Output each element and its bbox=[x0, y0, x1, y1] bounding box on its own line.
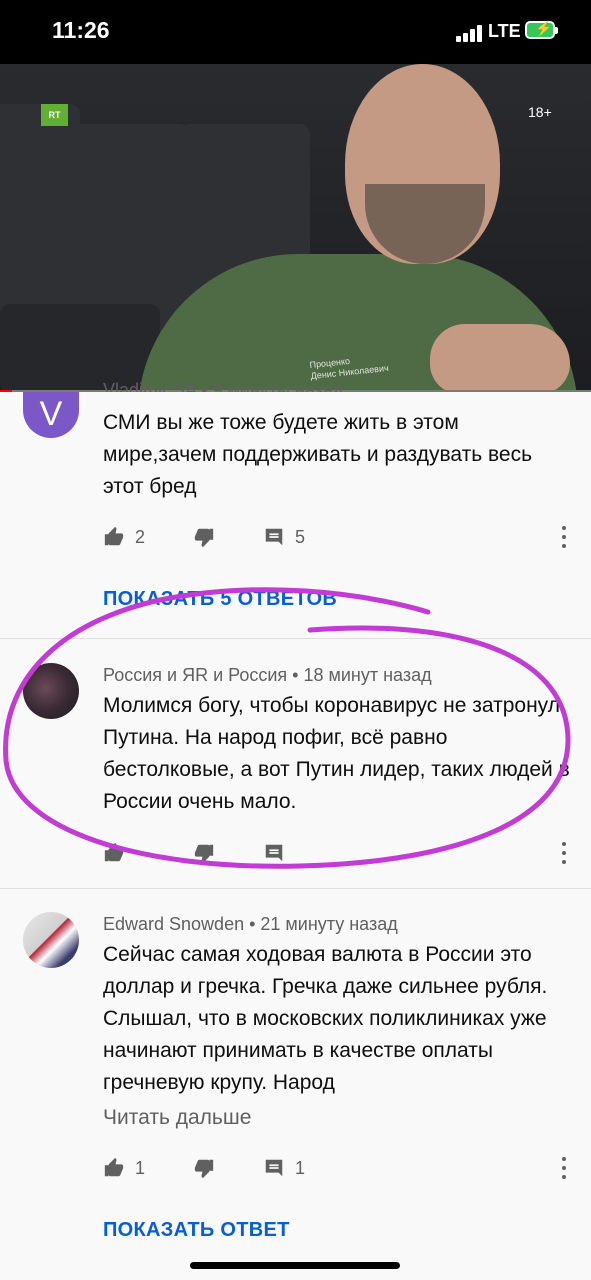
dislike-button[interactable] bbox=[193, 522, 215, 552]
comment-icon bbox=[265, 1159, 283, 1177]
comment-item: Россия и ЯR и Россия • 18 минут назад Мо… bbox=[0, 660, 591, 880]
like-button[interactable] bbox=[103, 838, 125, 868]
home-indicator[interactable] bbox=[190, 1262, 400, 1269]
reply-count: 5 bbox=[295, 526, 306, 547]
status-time: 11:26 bbox=[52, 17, 110, 43]
video-player[interactable]: Проценко Денис Николаевич RT 18+ bbox=[0, 64, 591, 392]
comment-text: Молимся богу, чтобы коронавирус не затро… bbox=[103, 694, 570, 813]
like-count: 2 bbox=[135, 526, 146, 547]
reply-button[interactable] bbox=[263, 838, 285, 868]
avatar[interactable]: V bbox=[23, 392, 79, 438]
comment-text: Сейчас самая ходовая валюта в России это… bbox=[103, 943, 548, 1094]
comment-icon bbox=[265, 844, 283, 862]
age-rating: 18+ bbox=[528, 104, 552, 120]
thumbs-down-icon bbox=[194, 1159, 214, 1179]
network-type: LTE bbox=[488, 21, 521, 41]
channel-logo: RT bbox=[41, 104, 68, 126]
more-options-icon[interactable] bbox=[561, 842, 567, 864]
comment-actions bbox=[103, 838, 573, 868]
thumbs-up-icon bbox=[104, 526, 124, 546]
comment-text: СМИ вы же тоже будете жить в этом мире,з… bbox=[103, 411, 533, 498]
comment-author[interactable]: Россия и ЯR и Россия • 18 минут назад bbox=[103, 665, 432, 686]
comment-icon bbox=[265, 528, 283, 546]
comment-author[interactable]: Vladimir SA • 9 минуты назад bbox=[103, 380, 343, 392]
more-options-icon[interactable] bbox=[561, 1157, 567, 1179]
comment-author[interactable]: Edward Snowden • 21 минуту назад bbox=[103, 914, 398, 935]
dislike-button[interactable] bbox=[193, 1153, 215, 1183]
status-bar: 11:26 LTE ⚡ bbox=[0, 0, 591, 64]
like-count: 1 bbox=[135, 1157, 146, 1178]
thumbs-down-icon bbox=[194, 844, 214, 864]
thumbs-up-icon bbox=[104, 842, 124, 862]
like-button[interactable]: 2 bbox=[103, 522, 145, 552]
avatar[interactable] bbox=[23, 912, 79, 968]
dislike-button[interactable] bbox=[193, 838, 215, 868]
divider bbox=[0, 638, 591, 639]
thumbs-up-icon bbox=[104, 1157, 124, 1177]
signal-icon bbox=[456, 24, 484, 42]
divider bbox=[0, 888, 591, 889]
comment-item: Edward Snowden • 21 минуту назад Сейчас … bbox=[0, 910, 591, 1250]
reply-button[interactable]: 5 bbox=[263, 522, 305, 552]
more-options-icon[interactable] bbox=[561, 526, 567, 548]
battery-icon: ⚡ bbox=[525, 20, 558, 39]
like-button[interactable]: 1 bbox=[103, 1153, 145, 1183]
show-replies-link[interactable]: ПОКАЗАТЬ 5 ОТВЕТОВ bbox=[103, 588, 337, 611]
thumbs-down-icon bbox=[194, 528, 214, 548]
read-more-link[interactable]: Читать дальше bbox=[103, 1106, 251, 1130]
reply-button[interactable]: 1 bbox=[263, 1153, 305, 1183]
show-replies-link[interactable]: ПОКАЗАТЬ ОТВЕТ bbox=[103, 1219, 290, 1242]
comment-item: V Vladimir SA • 9 минуты назад СМИ вы же… bbox=[0, 380, 591, 637]
avatar[interactable] bbox=[23, 663, 79, 719]
reply-count: 1 bbox=[295, 1157, 306, 1178]
comment-actions: 1 1 bbox=[103, 1153, 573, 1183]
comment-actions: 2 5 bbox=[103, 522, 573, 552]
